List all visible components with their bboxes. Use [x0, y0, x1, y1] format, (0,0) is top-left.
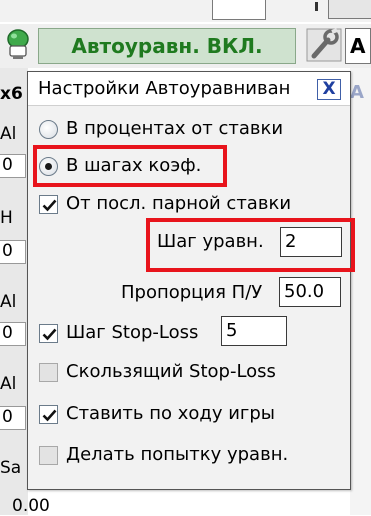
ratio-label: Пропорция П/У — [121, 282, 263, 303]
background-right-column — [350, 68, 371, 515]
place-during-game-checkbox[interactable] — [39, 405, 58, 424]
percent-radio[interactable] — [39, 120, 58, 139]
top-separator — [315, 2, 318, 11]
wrench-icon[interactable] — [304, 26, 344, 64]
try-equalize-label[interactable]: Делать попытку уравн. — [66, 444, 288, 465]
close-button[interactable]: X — [317, 79, 341, 100]
stoploss-step-input[interactable]: 5 — [221, 316, 287, 346]
bg-field[interactable]: 0 — [0, 154, 26, 178]
bg-label: Sa — [0, 458, 22, 478]
try-equalize-checkbox[interactable] — [39, 446, 58, 465]
highlight-step-field — [146, 218, 355, 272]
auto-equalize-settings-popup: Настройки Автоуравниван X В процентах от… — [27, 71, 351, 490]
auto-equalize-button[interactable]: Автоуравн. ВКЛ. — [38, 28, 296, 64]
bg-right-label: A — [350, 82, 364, 103]
bg-field[interactable]: 0 — [0, 322, 26, 346]
trailing-stoploss-checkbox[interactable] — [39, 363, 58, 382]
ratio-input[interactable]: 50.0 — [279, 277, 341, 307]
toolbar-a-stub[interactable]: A — [345, 28, 371, 64]
trailing-stoploss-label[interactable]: Скользящий Stop-Loss — [66, 361, 276, 382]
bottom-value: 0.00 — [12, 496, 50, 516]
bg-field[interactable]: 0 — [0, 406, 26, 430]
top-field-right[interactable] — [328, 0, 371, 19]
bg-label: x6 — [0, 84, 23, 104]
highlight-steps-option — [33, 145, 227, 187]
bg-label: Al — [0, 124, 17, 144]
popup-title-bar: Настройки Автоуравниван X — [28, 72, 350, 106]
top-field[interactable] — [212, 0, 266, 20]
stoploss-step-checkbox[interactable] — [39, 324, 58, 343]
plant-icon[interactable] — [4, 28, 32, 60]
from-last-pair-checkbox[interactable] — [39, 195, 58, 214]
bg-label: Al — [0, 292, 17, 312]
from-last-pair-label[interactable]: От посл. парной ставки — [66, 193, 291, 214]
bg-label: Al — [0, 374, 17, 394]
place-during-game-label[interactable]: Ставить по ходу игры — [66, 403, 275, 424]
popup-title: Настройки Автоуравниван — [38, 78, 291, 99]
bg-label: H — [0, 208, 13, 228]
percent-label[interactable]: В процентах от ставки — [66, 118, 283, 139]
stoploss-step-label[interactable]: Шаг Stop-Loss — [66, 322, 198, 343]
bg-field[interactable]: 0 — [0, 240, 26, 264]
